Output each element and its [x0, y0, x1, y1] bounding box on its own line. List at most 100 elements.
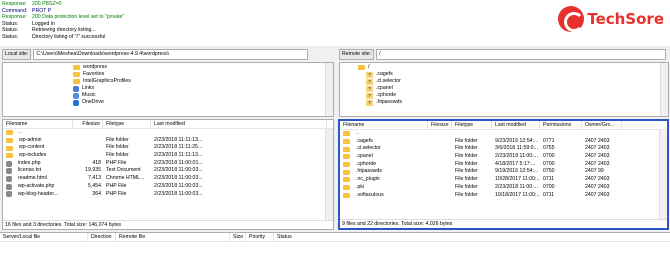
local-list-scrollbar[interactable]: [325, 129, 333, 220]
folder-icon: [343, 139, 350, 145]
queue-col-status[interactable]: Status: [274, 233, 314, 241]
remote-col-owner[interactable]: Owner/Gro...: [582, 121, 622, 129]
local-file-row[interactable]: wp-blog-header... 364 PHP File 2/23/2018…: [3, 191, 333, 199]
file-name: ..: [19, 129, 22, 135]
file-type: File folder: [106, 136, 129, 143]
file-name-cell: .cagefs: [340, 138, 428, 146]
local-file-row[interactable]: wp-activate.php 5,454 PHP File 2/23/2018…: [3, 183, 333, 191]
queue-col-remote-file[interactable]: Remote file: [116, 233, 230, 241]
remote-file-row[interactable]: ..: [340, 130, 667, 138]
remote-file-row[interactable]: .cpanel File folder 2/23/2018 11:00:... …: [340, 153, 667, 161]
file-name: .htpasswds: [356, 168, 382, 175]
file-modified: 2/23/2018 11:11:13...: [154, 136, 203, 143]
folder-icon: [343, 162, 350, 168]
remote-file-row[interactable]: .softaculous File folder 10/18/2017 11:0…: [340, 192, 667, 200]
local-file-row[interactable]: readme.html 7,413 Chrome HTML... 2/23/20…: [3, 175, 333, 183]
queue-col-size[interactable]: Size: [230, 233, 246, 241]
local-site-path-input[interactable]: C:\Users\Meshea\Downloads\wordpress-4.9.…: [33, 49, 309, 60]
file-name: .cphorde: [356, 160, 377, 167]
tree-item-label: Favorites: [83, 71, 105, 77]
tree-item-label: .cpanel: [376, 85, 393, 91]
local-file-row[interactable]: license.txt 19,935 Text Document 2/23/20…: [3, 167, 333, 175]
queue-col-direction[interactable]: Direction: [88, 233, 116, 241]
file-name-cell: wp-admin: [3, 137, 73, 145]
remote-col-filetype[interactable]: Filetype: [452, 121, 492, 129]
remote-file-row[interactable]: .nc_plugin File folder 10/28/2017 11:00:…: [340, 176, 667, 184]
transfer-queue[interactable]: Server/Local file Direction Remote file …: [0, 232, 670, 280]
local-file-list[interactable]: Filename Filesize Filetype Last modified…: [2, 119, 334, 230]
folder-icon: [343, 154, 350, 160]
local-tree-item[interactable]: OneDrive: [73, 99, 333, 106]
folder-icon: [343, 131, 350, 137]
remote-file-row[interactable]: .pki File folder 2/23/2018 11:00:... 070…: [340, 184, 667, 192]
remote-file-row[interactable]: .cphorde File folder 4/18/2017 5:17:... …: [340, 161, 667, 169]
unknown-folder-icon: ?: [366, 78, 373, 85]
remote-file-row[interactable]: .cagefs File folder 9/23/2016 12:54:... …: [340, 138, 667, 146]
queue-col-priority[interactable]: Priority: [246, 233, 274, 241]
remote-col-filesize[interactable]: Filesize: [428, 121, 452, 129]
folder-icon: [343, 185, 350, 191]
remote-col-modified[interactable]: Last modified: [492, 121, 540, 129]
file-name: wp-admin: [19, 136, 42, 143]
remote-file-list[interactable]: Filename Filesize Filetype Last modified…: [338, 119, 669, 230]
local-file-row[interactable]: wp-admin File folder 2/23/2018 11:11:13.…: [3, 137, 333, 145]
file-type: File folder: [455, 176, 478, 183]
music-icon: [73, 92, 79, 99]
log-text: 200 PBSZ=0: [32, 1, 62, 7]
local-directory-tree[interactable]: wordpress Favorites IntelGraphicsProfiles L…: [2, 62, 334, 117]
local-tree-item[interactable]: wordpress: [73, 64, 333, 71]
remote-tree-item[interactable]: ? .cagefs: [358, 71, 668, 78]
remote-directory-tree[interactable]: /? .cagefs? .cl.selector? .cpanel? .cphorde?…: [339, 62, 669, 117]
file-modified: 2/23/2018 11:00:03...: [154, 182, 203, 189]
file-owner: 2407 2403: [585, 160, 610, 167]
file-name: index.php: [18, 159, 41, 166]
local-tree-item[interactable]: IntelGraphicsProfiles: [73, 78, 333, 85]
folder-icon: [343, 146, 350, 152]
local-tree-item[interactable]: Music: [73, 92, 333, 99]
unknown-folder-icon: ?: [366, 71, 373, 78]
folder-icon: [343, 169, 350, 175]
file-permissions: 0755: [543, 145, 555, 152]
local-col-modified[interactable]: Last modified: [151, 120, 327, 128]
remote-tree-item[interactable]: ? .htpasswds: [358, 99, 668, 106]
tree-item-label: wordpress: [83, 64, 107, 70]
remote-list-scrollbar[interactable]: [659, 130, 667, 219]
remote-tree-item[interactable]: /: [358, 64, 668, 71]
remote-status-text: 9 files and 22 directories. Total size: …: [340, 219, 667, 228]
folder-icon: [358, 65, 365, 70]
file-name: .nc_plugin: [356, 176, 380, 183]
queue-col-local-file[interactable]: Server/Local file: [0, 233, 88, 241]
file-owner: 2407 2403: [585, 176, 610, 183]
text-file-icon: [6, 168, 12, 175]
remote-col-filename[interactable]: Filename: [340, 121, 428, 129]
remote-tree-item[interactable]: ? .cl.selector: [358, 78, 668, 85]
remote-tree-item[interactable]: ? .cphorde: [358, 92, 668, 99]
file-modified: 2/23/2018 11:00:03...: [154, 175, 203, 182]
local-file-row[interactable]: wp-includes File folder 2/23/2018 11:11:…: [3, 152, 333, 160]
file-name: readme.html: [18, 175, 47, 182]
file-name-cell: wp-includes: [3, 152, 73, 160]
remote-site-path-input[interactable]: /: [376, 49, 667, 60]
tree-item-label: .cphorde: [376, 92, 397, 98]
file-modified: 2/23/2018 11:00:01...: [154, 159, 203, 166]
file-name-cell: .cl.selector: [340, 145, 428, 153]
remote-col-permissions[interactable]: Permissions: [540, 121, 582, 129]
local-col-filesize[interactable]: Filesize: [73, 120, 103, 128]
local-col-filetype[interactable]: Filetype: [103, 120, 151, 128]
local-file-row[interactable]: wp-content File folder 2/23/2018 11:11:2…: [3, 144, 333, 152]
local-tree-item[interactable]: Favorites: [73, 71, 333, 78]
tree-item-label: Music: [82, 92, 96, 98]
remote-file-row[interactable]: .cl.selector File folder 3/6/2018 11:59:…: [340, 145, 667, 153]
file-name-cell: .cphorde: [340, 161, 428, 169]
local-file-row[interactable]: ..: [3, 129, 333, 137]
local-file-row[interactable]: index.php 418 PHP File 2/23/2018 11:00:0…: [3, 160, 333, 168]
file-name-cell: .htpasswds: [340, 168, 428, 176]
tree-item-label: IntelGraphicsProfiles: [83, 78, 131, 84]
local-col-filename[interactable]: Filename: [3, 120, 73, 128]
remote-file-row[interactable]: .htpasswds File folder 9/19/2016 12:54:.…: [340, 168, 667, 176]
local-tree-item[interactable]: Links: [73, 85, 333, 92]
local-tree-scrollbar[interactable]: [325, 63, 333, 116]
remote-tree-scrollbar[interactable]: [660, 63, 668, 116]
remote-tree-item[interactable]: ? .cpanel: [358, 85, 668, 92]
cloud-icon: [73, 99, 79, 106]
